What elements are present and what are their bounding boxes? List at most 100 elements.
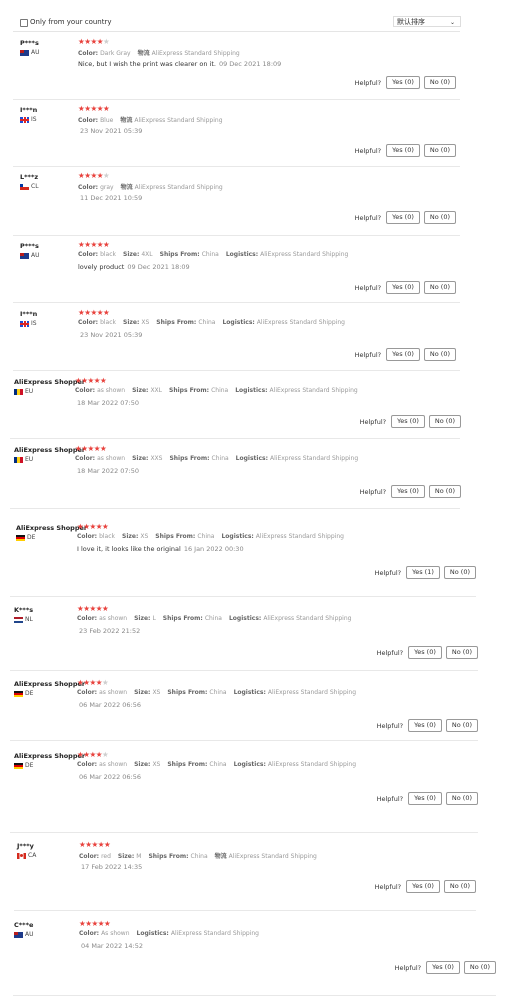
helpful-voting: Helpful? Yes (0) No (0) xyxy=(355,144,456,157)
helpful-yes-button[interactable]: Yes (0) xyxy=(408,646,442,659)
attribute-value: AliExpress Standard Shipping xyxy=(267,689,357,696)
country-code: CL xyxy=(31,183,39,190)
review-attributes: Color: as shown Size: XXS Ships From: China Lo… xyxy=(75,455,365,462)
attribute-key: Size: xyxy=(117,853,135,860)
helpful-voting: Helpful? Yes (0) No (0) xyxy=(355,76,456,89)
attribute-value: AliExpress Standard Shipping xyxy=(256,319,345,326)
attribute-value: XS xyxy=(152,761,161,768)
helpful-yes-button[interactable]: Yes (0) xyxy=(391,415,425,428)
helpful-no-button[interactable]: No (0) xyxy=(443,880,476,893)
sort-label: 默认排序 xyxy=(397,18,425,26)
country-code: CA xyxy=(28,852,37,859)
helpful-no-button[interactable]: No (0) xyxy=(445,646,478,659)
attribute-value: as shown xyxy=(97,387,126,394)
helpful-label: Helpful? xyxy=(394,963,422,972)
reviewer-country: CL xyxy=(20,183,39,190)
attribute-key: Size: xyxy=(123,319,140,326)
attribute-key: Color: xyxy=(78,117,99,124)
only-country-label: Only from your country xyxy=(30,18,112,26)
helpful-no-button[interactable]: No (0) xyxy=(423,76,456,89)
helpful-no-button[interactable]: No (0) xyxy=(428,485,461,498)
attribute-key: Ships From: xyxy=(159,251,200,258)
attribute-value: XXL xyxy=(150,387,163,394)
helpful-yes-button[interactable]: Yes (0) xyxy=(391,485,425,498)
review-item: AliExpress Shopper DE ★★★★★ Color: as shown S… xyxy=(10,674,478,741)
review-item: AliExpress Shopper EU ★★★★★ Color: as shown S… xyxy=(10,372,461,439)
chevron-down-icon: ⌄ xyxy=(449,19,455,26)
helpful-yes-button[interactable]: Yes (0) xyxy=(406,880,440,893)
helpful-no-button[interactable]: No (0) xyxy=(423,348,456,361)
reviewer-name: I***n xyxy=(20,310,38,318)
only-country-checkbox[interactable] xyxy=(20,19,28,27)
helpful-yes-button[interactable]: Yes (0) xyxy=(426,961,460,974)
attribute-value: red xyxy=(101,853,111,860)
country-code: EU xyxy=(25,456,34,463)
helpful-yes-button[interactable]: Yes (0) xyxy=(386,281,420,294)
country-flag-icon xyxy=(20,183,29,190)
attribute-key: 物流 xyxy=(120,117,133,124)
reviewer-name: J***y xyxy=(17,842,34,850)
review-date: 11 Dec 2021 10:59 xyxy=(80,194,143,202)
review-attributes: Color: as shown Size: XS Ships From: China Log… xyxy=(77,761,363,768)
review-text: lovely product 09 Dec 2021 18:09 xyxy=(78,263,190,271)
helpful-yes-button[interactable]: Yes (0) xyxy=(386,76,420,89)
star-filled-icon: ★ xyxy=(102,104,110,113)
review-attributes: Color: as shown Size: XS Ships From: China Log… xyxy=(77,689,363,696)
helpful-no-button[interactable]: No (0) xyxy=(423,281,456,294)
attribute-value: AliExpress Standard Shipping xyxy=(170,930,259,937)
helpful-no-button[interactable]: No (0) xyxy=(423,144,456,157)
helpful-no-button[interactable]: No (0) xyxy=(463,961,496,974)
review-item: AliExpress Shopper DE ★★★★★ Color: as shown S… xyxy=(10,746,478,833)
attribute-key: Size: xyxy=(132,455,149,462)
attribute-value: AliExpress Standard Shipping xyxy=(263,615,352,622)
country-code: IS xyxy=(31,116,37,123)
attribute-value: AliExpress Standard Shipping xyxy=(151,50,240,57)
sort-select[interactable]: 默认排序 ⌄ xyxy=(393,16,461,27)
attribute-key: Ships From: xyxy=(169,455,210,462)
helpful-yes-button[interactable]: Yes (0) xyxy=(386,211,420,224)
helpful-no-button[interactable]: No (0) xyxy=(445,792,478,805)
attribute-value: as shown xyxy=(99,615,128,622)
attribute-value: as shown xyxy=(99,761,128,768)
reviewer-country: AU xyxy=(20,252,40,259)
review-text: I love it, it looks like the original 16 … xyxy=(77,545,244,553)
review-item: C***e AU ★★★★★ Color: As shown Logistics: AliE… xyxy=(13,915,496,996)
star-filled-icon: ★ xyxy=(101,522,109,531)
helpful-no-button[interactable]: No (0) xyxy=(445,719,478,732)
helpful-no-button[interactable]: No (0) xyxy=(423,211,456,224)
attribute-value: black xyxy=(100,319,116,326)
attribute-key: 物流 xyxy=(137,50,150,57)
helpful-no-button[interactable]: No (0) xyxy=(428,415,461,428)
attribute-key: Ships From: xyxy=(169,387,210,394)
helpful-label: Helpful? xyxy=(354,283,382,292)
helpful-label: Helpful? xyxy=(376,648,404,657)
review-attributes: Color: Dark Gray 物流 AliExpress Standard Shi… xyxy=(78,48,247,57)
helpful-yes-button[interactable]: Yes (0) xyxy=(386,348,420,361)
review-item: AliExpress Shopper EU ★★★★★ Color: as shown S… xyxy=(10,440,461,509)
star-empty-icon: ★ xyxy=(102,37,110,46)
country-flag-icon xyxy=(20,252,29,259)
attribute-key: Color: xyxy=(77,533,98,540)
attribute-value: as shown xyxy=(99,689,128,696)
attribute-key: 物流 xyxy=(120,184,133,191)
star-rating: ★★★★★ xyxy=(78,171,110,180)
star-rating: ★★★★★ xyxy=(79,840,111,849)
country-code: AU xyxy=(31,49,40,56)
attribute-value: As shown xyxy=(101,930,130,937)
review-text: Nice, but I wish the print was clearer o… xyxy=(78,60,281,68)
helpful-yes-button[interactable]: Yes (0) xyxy=(408,792,442,805)
attribute-key: Logistics: xyxy=(136,930,169,937)
attribute-key: Ships From: xyxy=(167,761,208,768)
star-rating: ★★★★★ xyxy=(79,919,111,928)
attribute-key: Size: xyxy=(134,689,151,696)
attribute-key: Ships From: xyxy=(155,533,196,540)
star-filled-icon: ★ xyxy=(102,240,110,249)
attribute-value: AliExpress Standard Shipping xyxy=(134,184,223,191)
helpful-no-button[interactable]: No (0) xyxy=(443,566,476,579)
helpful-yes-button[interactable]: Yes (0) xyxy=(386,144,420,157)
helpful-yes-button[interactable]: Yes (0) xyxy=(408,719,442,732)
star-filled-icon: ★ xyxy=(99,444,107,453)
helpful-yes-button[interactable]: Yes (1) xyxy=(406,566,440,579)
star-rating: ★★★★★ xyxy=(78,37,110,46)
attribute-key: Color: xyxy=(78,251,99,258)
